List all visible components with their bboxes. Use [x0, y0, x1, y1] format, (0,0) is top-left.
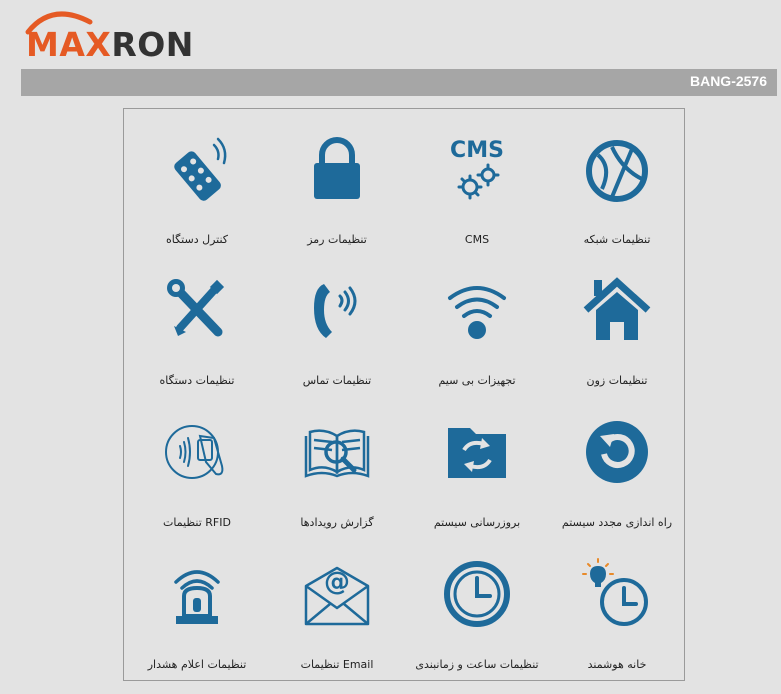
maxron-logo: MAXRON	[22, 6, 222, 68]
menu-panel: کنترل دستگاه تنظیمات رمز CMS CMS تنظیمات…	[123, 108, 685, 681]
cms-gears-icon: CMS	[450, 138, 504, 200]
tile-label: تنظیمات شبکه	[583, 233, 651, 246]
tile-email-settings[interactable]: @ تنظیمات Email	[267, 546, 407, 686]
remote-control-icon	[174, 137, 227, 201]
rfid-icon	[165, 425, 224, 479]
tile-password-settings[interactable]: تنظیمات رمز	[267, 121, 407, 261]
logo-text-ron: RON	[111, 25, 194, 64]
tile-label: گزارش رویدادها	[300, 516, 374, 529]
tile-system-update[interactable]: بروزرسانی سیستم	[407, 404, 547, 544]
tools-icon	[167, 279, 225, 337]
tile-zone-settings[interactable]: تنظیمات زون	[547, 262, 687, 402]
header-bar: BANG-2576	[21, 69, 777, 96]
tile-label: تجهیزات بی سیم	[438, 374, 516, 387]
tile-rfid-settings[interactable]: تنظیمات RFID	[127, 404, 267, 544]
tile-label: تنظیمات ساعت و زمانبندی	[415, 658, 539, 671]
home-icon	[583, 277, 651, 340]
tile-label: خانه هوشمند	[587, 658, 647, 671]
tile-device-control[interactable]: کنترل دستگاه	[127, 121, 267, 261]
device-id: BANG-2576	[689, 73, 767, 89]
tile-label: تنظیمات زون	[586, 374, 648, 387]
alarm-icon	[174, 570, 220, 624]
tile-network-settings[interactable]: تنظیمات شبکه	[547, 121, 687, 261]
tile-event-log[interactable]: گزارش رویدادها	[267, 404, 407, 544]
tile-label: بروزرسانی سیستم	[433, 516, 521, 529]
restart-icon	[586, 421, 648, 483]
tile-label: تنظیمات رمز	[307, 233, 367, 246]
tile-device-settings[interactable]: تنظیمات دستگاه	[127, 262, 267, 402]
tile-label: تنظیمات RFID	[163, 516, 231, 529]
tile-wireless-devices[interactable]: تجهیزات بی سیم	[407, 262, 547, 402]
tile-cms[interactable]: CMS CMS	[407, 121, 547, 261]
lock-icon	[314, 137, 360, 199]
wifi-icon	[448, 286, 506, 339]
svg-text:CMS: CMS	[450, 138, 504, 163]
email-icon: @	[304, 566, 370, 626]
clock-icon	[444, 561, 510, 627]
tile-system-restart[interactable]: راه اندازی مجدد سیستم	[547, 404, 687, 544]
logo-text-max: MAX	[26, 25, 112, 64]
tile-label: CMS	[464, 233, 490, 246]
phone-icon	[314, 284, 357, 338]
tile-call-settings[interactable]: تنظیمات تماس	[267, 262, 407, 402]
tile-label: تنظیمات اعلام هشدار	[147, 658, 247, 671]
tile-time-schedule-settings[interactable]: تنظیمات ساعت و زمانبندی	[407, 546, 547, 686]
svg-text:@: @	[324, 567, 350, 597]
tile-alarm-settings[interactable]: تنظیمات اعلام هشدار	[127, 546, 267, 686]
event-log-icon	[304, 429, 370, 478]
tile-label: کنترل دستگاه	[165, 233, 229, 246]
tile-label: راه اندازی مجدد سیستم	[561, 516, 673, 529]
update-icon	[448, 428, 506, 478]
tile-label: تنظیمات تماس	[302, 374, 372, 387]
logo-text: MAXRON	[26, 28, 194, 61]
tile-label: تنظیمات Email	[300, 658, 374, 671]
tile-label: تنظیمات دستگاه	[159, 374, 235, 387]
globe-network-icon	[586, 140, 648, 202]
smart-home-icon	[582, 558, 648, 626]
tile-smart-home[interactable]: خانه هوشمند	[547, 546, 687, 686]
